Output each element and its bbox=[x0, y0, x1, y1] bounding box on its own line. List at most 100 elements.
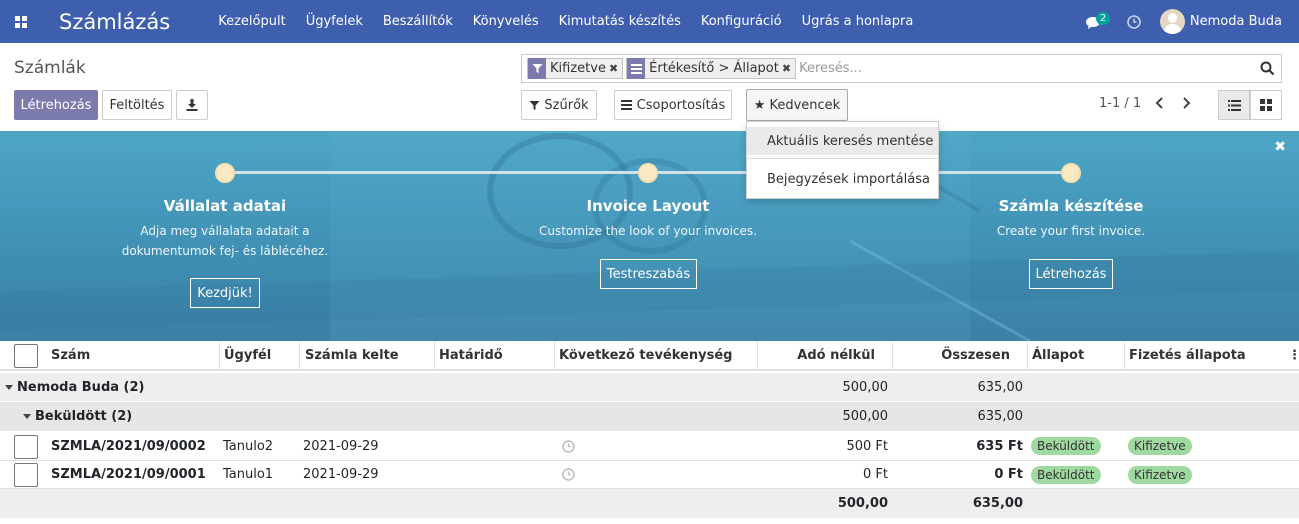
dropdown-divider bbox=[747, 158, 938, 159]
step-desc-line2: dokumentumok fej- és láblécéhez. bbox=[121, 244, 329, 258]
step-title: Számla készítése bbox=[998, 197, 1144, 215]
messaging-icon[interactable]: 2 bbox=[1085, 11, 1111, 32]
filter-facet-label: Kifizetve bbox=[550, 61, 606, 76]
menu-customers[interactable]: Ügyfelek bbox=[306, 14, 363, 29]
onboarding-step-layout: Invoice Layout Customize the look of you… bbox=[508, 197, 788, 241]
invoice-number[interactable]: SZMLA/2021/09/0002 bbox=[51, 432, 206, 460]
step-title: Invoice Layout bbox=[586, 197, 710, 215]
group-total: 635,00 bbox=[977, 379, 1024, 395]
download-button[interactable] bbox=[176, 90, 208, 120]
footer-untaxed: 500,00 bbox=[837, 496, 888, 511]
groupby-label: Csoportosítás bbox=[636, 97, 726, 113]
onboarding-step-company: Vállalat adatai Adja meg vállalata adata… bbox=[85, 197, 365, 261]
filter-funnel-icon bbox=[528, 58, 546, 79]
col-total[interactable]: Összesen bbox=[895, 341, 1010, 371]
groupby-button[interactable]: Csoportosítás bbox=[614, 90, 732, 120]
invoice-customer: Tanulo1 bbox=[223, 467, 274, 482]
group-untaxed: 500,00 bbox=[842, 379, 889, 395]
menu-go-to-website[interactable]: Ugrás a honlapra bbox=[802, 14, 914, 29]
user-name[interactable]: Nemoda Buda bbox=[1190, 14, 1282, 29]
group-row-salesperson[interactable]: Nemoda Buda (2) 500,00 635,00 bbox=[0, 373, 1299, 402]
favorites-dropdown: Aktuális keresés mentése Bejegyzések imp… bbox=[746, 121, 939, 199]
filter-icon bbox=[529, 100, 540, 110]
col-number[interactable]: Szám bbox=[51, 341, 90, 371]
menu-vendors[interactable]: Beszállítók bbox=[383, 14, 453, 29]
col-due-date[interactable]: Határidő bbox=[439, 341, 503, 371]
pager-next-icon[interactable] bbox=[1181, 96, 1193, 110]
step-desc-line1: Create your first invoice. bbox=[996, 224, 1146, 238]
activity-clock-icon[interactable] bbox=[1127, 14, 1141, 29]
step-company-button[interactable]: Kezdjük! bbox=[190, 278, 260, 308]
filter-facet: Kifizetve ✖ bbox=[527, 58, 624, 79]
col-status[interactable]: Állapot bbox=[1032, 341, 1084, 371]
invoice-untaxed: 0 Ft bbox=[863, 467, 888, 482]
step-layout-button[interactable]: Testreszabás bbox=[600, 259, 697, 289]
groupby-facet-label: Értékesítő > Állapot bbox=[649, 61, 779, 76]
pager-previous-icon[interactable] bbox=[1153, 96, 1165, 110]
close-banner-icon[interactable]: ✖ bbox=[1274, 139, 1286, 155]
invoice-total: 0 Ft bbox=[994, 467, 1023, 482]
remove-facet-icon[interactable]: ✖ bbox=[782, 62, 795, 75]
step-3-dot bbox=[1061, 163, 1081, 183]
list-view-button[interactable] bbox=[1218, 90, 1250, 120]
list-header: Szám Ügyfél Számla kelte Határidő Követk… bbox=[0, 341, 1299, 371]
pager-value[interactable]: 1-1 / 1 bbox=[1099, 96, 1141, 111]
top-navbar: Számlázás Kezelőpult Ügyfelek Beszállító… bbox=[0, 0, 1299, 43]
col-next-activity[interactable]: Következő tevékenység bbox=[559, 341, 732, 371]
save-current-search-item[interactable]: Aktuális keresés mentése bbox=[747, 127, 938, 155]
col-invoice-date[interactable]: Számla kelte bbox=[305, 341, 399, 371]
menu-configuration[interactable]: Konfiguráció bbox=[701, 14, 782, 29]
user-avatar[interactable] bbox=[1159, 9, 1185, 34]
step-invoice-button[interactable]: Létrehozás bbox=[1029, 259, 1113, 289]
groupby-bars-icon bbox=[627, 58, 646, 79]
search-bar[interactable]: Kifizetve ✖ Értékesítő > Állapot ✖ bbox=[521, 54, 1282, 83]
group-row-status[interactable]: Beküldött (2) 500,00 635,00 bbox=[0, 402, 1299, 432]
col-payment-status[interactable]: Fizetés állapota bbox=[1129, 341, 1246, 371]
favorites-button[interactable]: ★ Kedvencek bbox=[746, 89, 848, 121]
groupby-facet: Értékesítő > Állapot ✖ bbox=[626, 58, 797, 79]
invoice-number[interactable]: SZMLA/2021/09/0001 bbox=[51, 461, 206, 488]
menu-accounting[interactable]: Könyvelés bbox=[473, 14, 539, 29]
step-desc-line1: Adja meg vállalata adatait a bbox=[140, 224, 310, 238]
import-records-item[interactable]: Bejegyzések importálása bbox=[747, 165, 938, 193]
page-title: Számlák bbox=[14, 58, 86, 78]
activity-clock-icon[interactable] bbox=[562, 432, 575, 460]
group-total: 635,00 bbox=[977, 409, 1024, 424]
remove-facet-icon[interactable]: ✖ bbox=[609, 62, 622, 75]
group-label: Nemoda Buda (2) bbox=[17, 379, 145, 395]
caret-down-icon bbox=[23, 414, 31, 419]
favorites-label: Kedvencek bbox=[769, 97, 841, 113]
table-row[interactable]: SZMLA/2021/09/0002 Tanulo2 2021-09-29 50… bbox=[0, 432, 1299, 461]
apps-grid-icon[interactable] bbox=[0, 0, 42, 43]
kanban-view-icon bbox=[1260, 99, 1272, 111]
row-checkbox[interactable] bbox=[14, 435, 38, 459]
app-brand[interactable]: Számlázás bbox=[59, 10, 170, 34]
filters-label: Szűrők bbox=[544, 97, 589, 113]
col-customer[interactable]: Ügyfél bbox=[224, 341, 271, 371]
invoice-date: 2021-09-29 bbox=[303, 438, 379, 454]
menu-reporting[interactable]: Kimutatás készítés bbox=[559, 14, 681, 29]
table-row[interactable]: SZMLA/2021/09/0001 Tanulo1 2021-09-29 0 … bbox=[0, 461, 1299, 489]
upload-button[interactable]: Feltöltés bbox=[102, 90, 172, 120]
activity-clock-icon[interactable] bbox=[562, 461, 575, 488]
messages-count-badge: 2 bbox=[1095, 11, 1111, 25]
table-footer-totals: 500,00 635,00 bbox=[0, 489, 1299, 518]
invoice-customer: Tanulo2 bbox=[223, 438, 274, 454]
row-checkbox[interactable] bbox=[14, 463, 38, 487]
payment-status-badge: Kifizetve bbox=[1128, 437, 1192, 455]
select-all-checkbox[interactable] bbox=[14, 344, 38, 368]
search-input[interactable] bbox=[799, 61, 1260, 76]
download-icon bbox=[186, 99, 198, 111]
optional-columns-icon[interactable]: ⋮ bbox=[1288, 341, 1299, 371]
group-label: Beküldött (2) bbox=[35, 409, 133, 424]
kanban-view-button[interactable] bbox=[1250, 90, 1282, 120]
menu-dashboard[interactable]: Kezelőpult bbox=[218, 14, 285, 29]
payment-status-badge: Kifizetve bbox=[1128, 465, 1192, 484]
star-icon: ★ bbox=[753, 97, 766, 113]
status-badge: Beküldött bbox=[1031, 465, 1101, 484]
search-icon[interactable] bbox=[1260, 61, 1275, 76]
groupby-icon bbox=[620, 100, 632, 110]
create-button[interactable]: Létrehozás bbox=[14, 90, 98, 120]
filters-button[interactable]: Szűrők bbox=[521, 90, 597, 120]
col-untaxed[interactable]: Adó nélkül bbox=[760, 341, 875, 371]
